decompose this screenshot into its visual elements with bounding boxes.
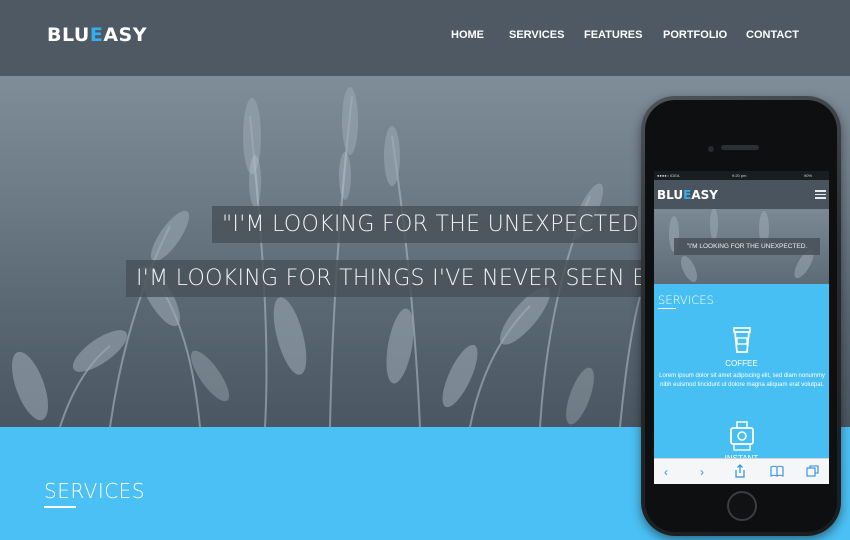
- mobile-coffee-title: COFFEE: [725, 359, 758, 368]
- browser-back-icon[interactable]: ‹: [664, 466, 668, 478]
- site-logo[interactable]: BLUEASY: [47, 24, 147, 46]
- mobile-coffee-description: Lorem ipsum dolor sit amet adipiscing el…: [659, 373, 825, 388]
- status-carrier: ●●●●○ IDEA: [657, 173, 680, 178]
- camera-icon: [708, 146, 714, 152]
- mobile-logo-part1: BLU: [657, 188, 684, 202]
- services-heading: SERVICES: [44, 479, 146, 503]
- logo-text-part2: ASY: [103, 24, 147, 46]
- phone-home-button[interactable]: [727, 491, 757, 521]
- nav-contact[interactable]: CONTACT: [746, 29, 799, 41]
- mobile-logo[interactable]: BLUEASY: [657, 188, 718, 202]
- hamburger-menu-icon[interactable]: [815, 190, 826, 199]
- bookmarks-icon[interactable]: [770, 465, 784, 477]
- coffee-cup-icon: [733, 327, 751, 353]
- phone-status-bar: ●●●●○ IDEA 9:20 pm 90%: [654, 171, 829, 180]
- status-time: 9:20 pm: [732, 173, 747, 178]
- site-header: BLUEASY HOME SERVICES FEATURES PORTFOLIO…: [0, 0, 850, 76]
- hero-quote-line-2: I'M LOOKING FOR THINGS I'VE NEVER SEEN B…: [126, 260, 666, 297]
- phone-mockup: ●●●●○ IDEA 9:20 pm 90% BLUEASY "I'M LOOK…: [641, 96, 841, 536]
- mobile-logo-part2: ASY: [691, 188, 718, 202]
- mobile-browser-toolbar: ‹ ›: [654, 458, 829, 484]
- share-icon[interactable]: [734, 464, 746, 478]
- nav-services[interactable]: SERVICES: [509, 29, 564, 41]
- nav-portfolio[interactable]: PORTFOLIO: [663, 29, 727, 41]
- speaker-grille: [721, 145, 759, 150]
- tabs-icon[interactable]: [806, 465, 819, 477]
- logo-text-accent: E: [89, 24, 104, 46]
- mobile-hero-quote: "I'M LOOKING FOR THE UNEXPECTED.: [674, 238, 820, 255]
- mobile-hero: "I'M LOOKING FOR THE UNEXPECTED.: [654, 209, 829, 284]
- nav-features[interactable]: FEATURES: [584, 29, 642, 41]
- browser-forward-icon[interactable]: ›: [700, 466, 704, 478]
- services-underline: [44, 506, 76, 508]
- phone-screen: ●●●●○ IDEA 9:20 pm 90% BLUEASY "I'M LOOK…: [654, 171, 829, 484]
- mobile-header: BLUEASY: [654, 180, 829, 209]
- hero-quote-line-1: "I'M LOOKING FOR THE UNEXPECTED.: [212, 206, 638, 243]
- mobile-services-heading: SERVICES: [658, 293, 714, 307]
- status-battery: 90%: [804, 173, 813, 178]
- nav-home[interactable]: HOME: [451, 29, 484, 41]
- logo-text-part1: BLU: [47, 24, 90, 46]
- instant-camera-icon: [730, 421, 754, 451]
- mobile-services-underline: [658, 308, 676, 309]
